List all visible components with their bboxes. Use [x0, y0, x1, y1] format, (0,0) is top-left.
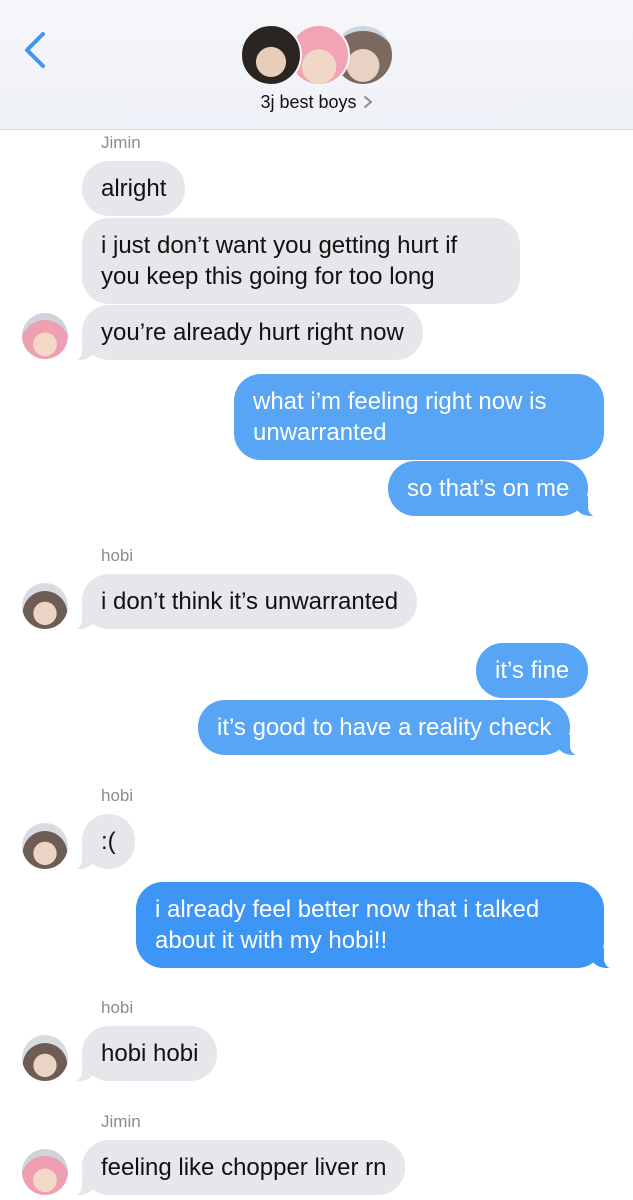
sender-name: hobi: [101, 998, 134, 1017]
message-bubble-incoming[interactable]: i just don’t want you getting hurt if yo…: [82, 218, 520, 304]
sender-name: Jimin: [101, 1112, 141, 1131]
conversation-header: 3j best boys: [0, 0, 633, 130]
avatar[interactable]: [22, 313, 68, 359]
message-bubble-outgoing[interactable]: what i’m feeling right now is unwarrante…: [234, 374, 604, 460]
message-bubble-outgoing[interactable]: i already feel better now that i talked …: [136, 882, 618, 969]
group-name-button[interactable]: 3j best boys: [0, 92, 633, 113]
message-bubble-outgoing[interactable]: so that’s on me: [388, 461, 603, 517]
avatar[interactable]: [22, 1149, 68, 1195]
avatar[interactable]: [22, 823, 68, 869]
avatar[interactable]: [22, 1035, 68, 1081]
message-bubble-incoming[interactable]: feeling like chopper liver rn: [67, 1140, 406, 1196]
message-bubble-outgoing[interactable]: it’s good to have a reality check: [198, 700, 585, 756]
sender-name: hobi: [101, 546, 134, 565]
group-avatar-1: [240, 24, 302, 86]
sender-name: Jimin: [101, 133, 141, 152]
back-button[interactable]: [18, 26, 58, 76]
chevron-left-icon: [25, 32, 45, 68]
sender-name: hobi: [101, 786, 134, 805]
chevron-right-icon: [363, 96, 372, 108]
message-bubble-incoming[interactable]: hobi hobi: [67, 1026, 218, 1082]
message-bubble-incoming[interactable]: i don’t think it’s unwarranted: [67, 574, 418, 630]
group-avatar-stack[interactable]: [240, 24, 396, 88]
message-bubble-outgoing[interactable]: it’s fine: [476, 643, 589, 698]
message-bubble-incoming[interactable]: :(: [68, 814, 135, 870]
message-bubble-incoming[interactable]: alright: [82, 161, 186, 216]
group-name-label: 3j best boys: [260, 92, 357, 112]
avatar[interactable]: [22, 583, 68, 629]
message-bubble-incoming[interactable]: you’re already hurt right now: [68, 305, 423, 361]
